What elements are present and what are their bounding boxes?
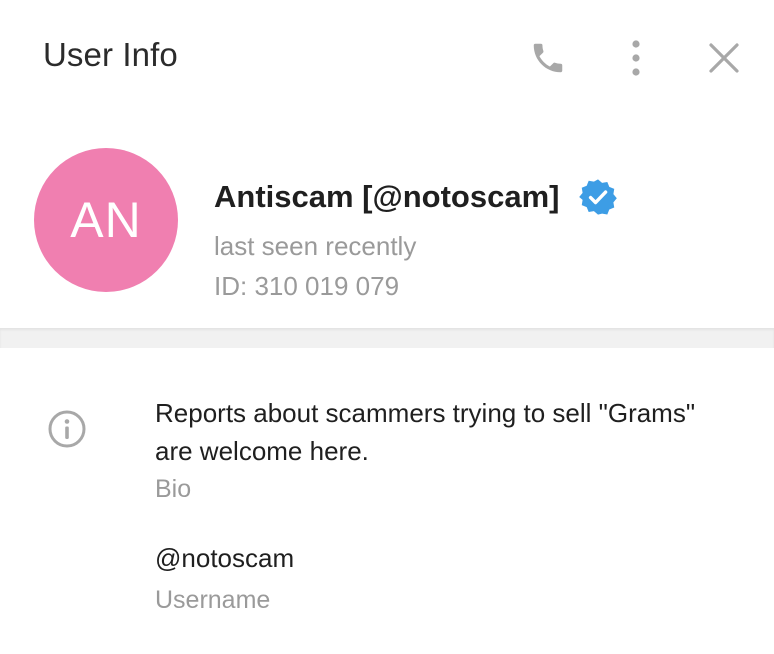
info-section: Reports about scammers trying to sell "G… [0,348,774,654]
last-seen-status: last seen recently [214,231,417,261]
username-label: Username [155,586,271,614]
section-divider [0,328,774,348]
avatar-initials: AN [70,192,142,248]
more-options-button[interactable] [608,30,664,86]
user-info-panel: User Info AN Antiscam [@notoscam] last s… [0,0,774,654]
close-button[interactable] [696,30,752,86]
panel-header: User Info [0,0,774,118]
more-vertical-icon [632,40,640,76]
call-button[interactable] [520,30,576,86]
info-circle-icon [48,410,86,448]
avatar[interactable]: AN [34,148,178,292]
bio-label: Bio [155,475,192,503]
bio-text[interactable]: Reports about scammers trying to sell "G… [155,394,715,470]
close-icon [709,43,739,73]
phone-icon [533,43,563,73]
name-row: Antiscam [@notoscam] [214,178,618,216]
username-value[interactable]: @notoscam [155,543,294,574]
verified-badge-icon [579,179,618,215]
panel-title: User Info [43,36,178,73]
user-name: Antiscam [@notoscam] [214,179,560,214]
profile-section: AN Antiscam [@notoscam] last seen recent… [0,118,774,328]
user-id[interactable]: ID: 310 019 079 [214,271,399,302]
